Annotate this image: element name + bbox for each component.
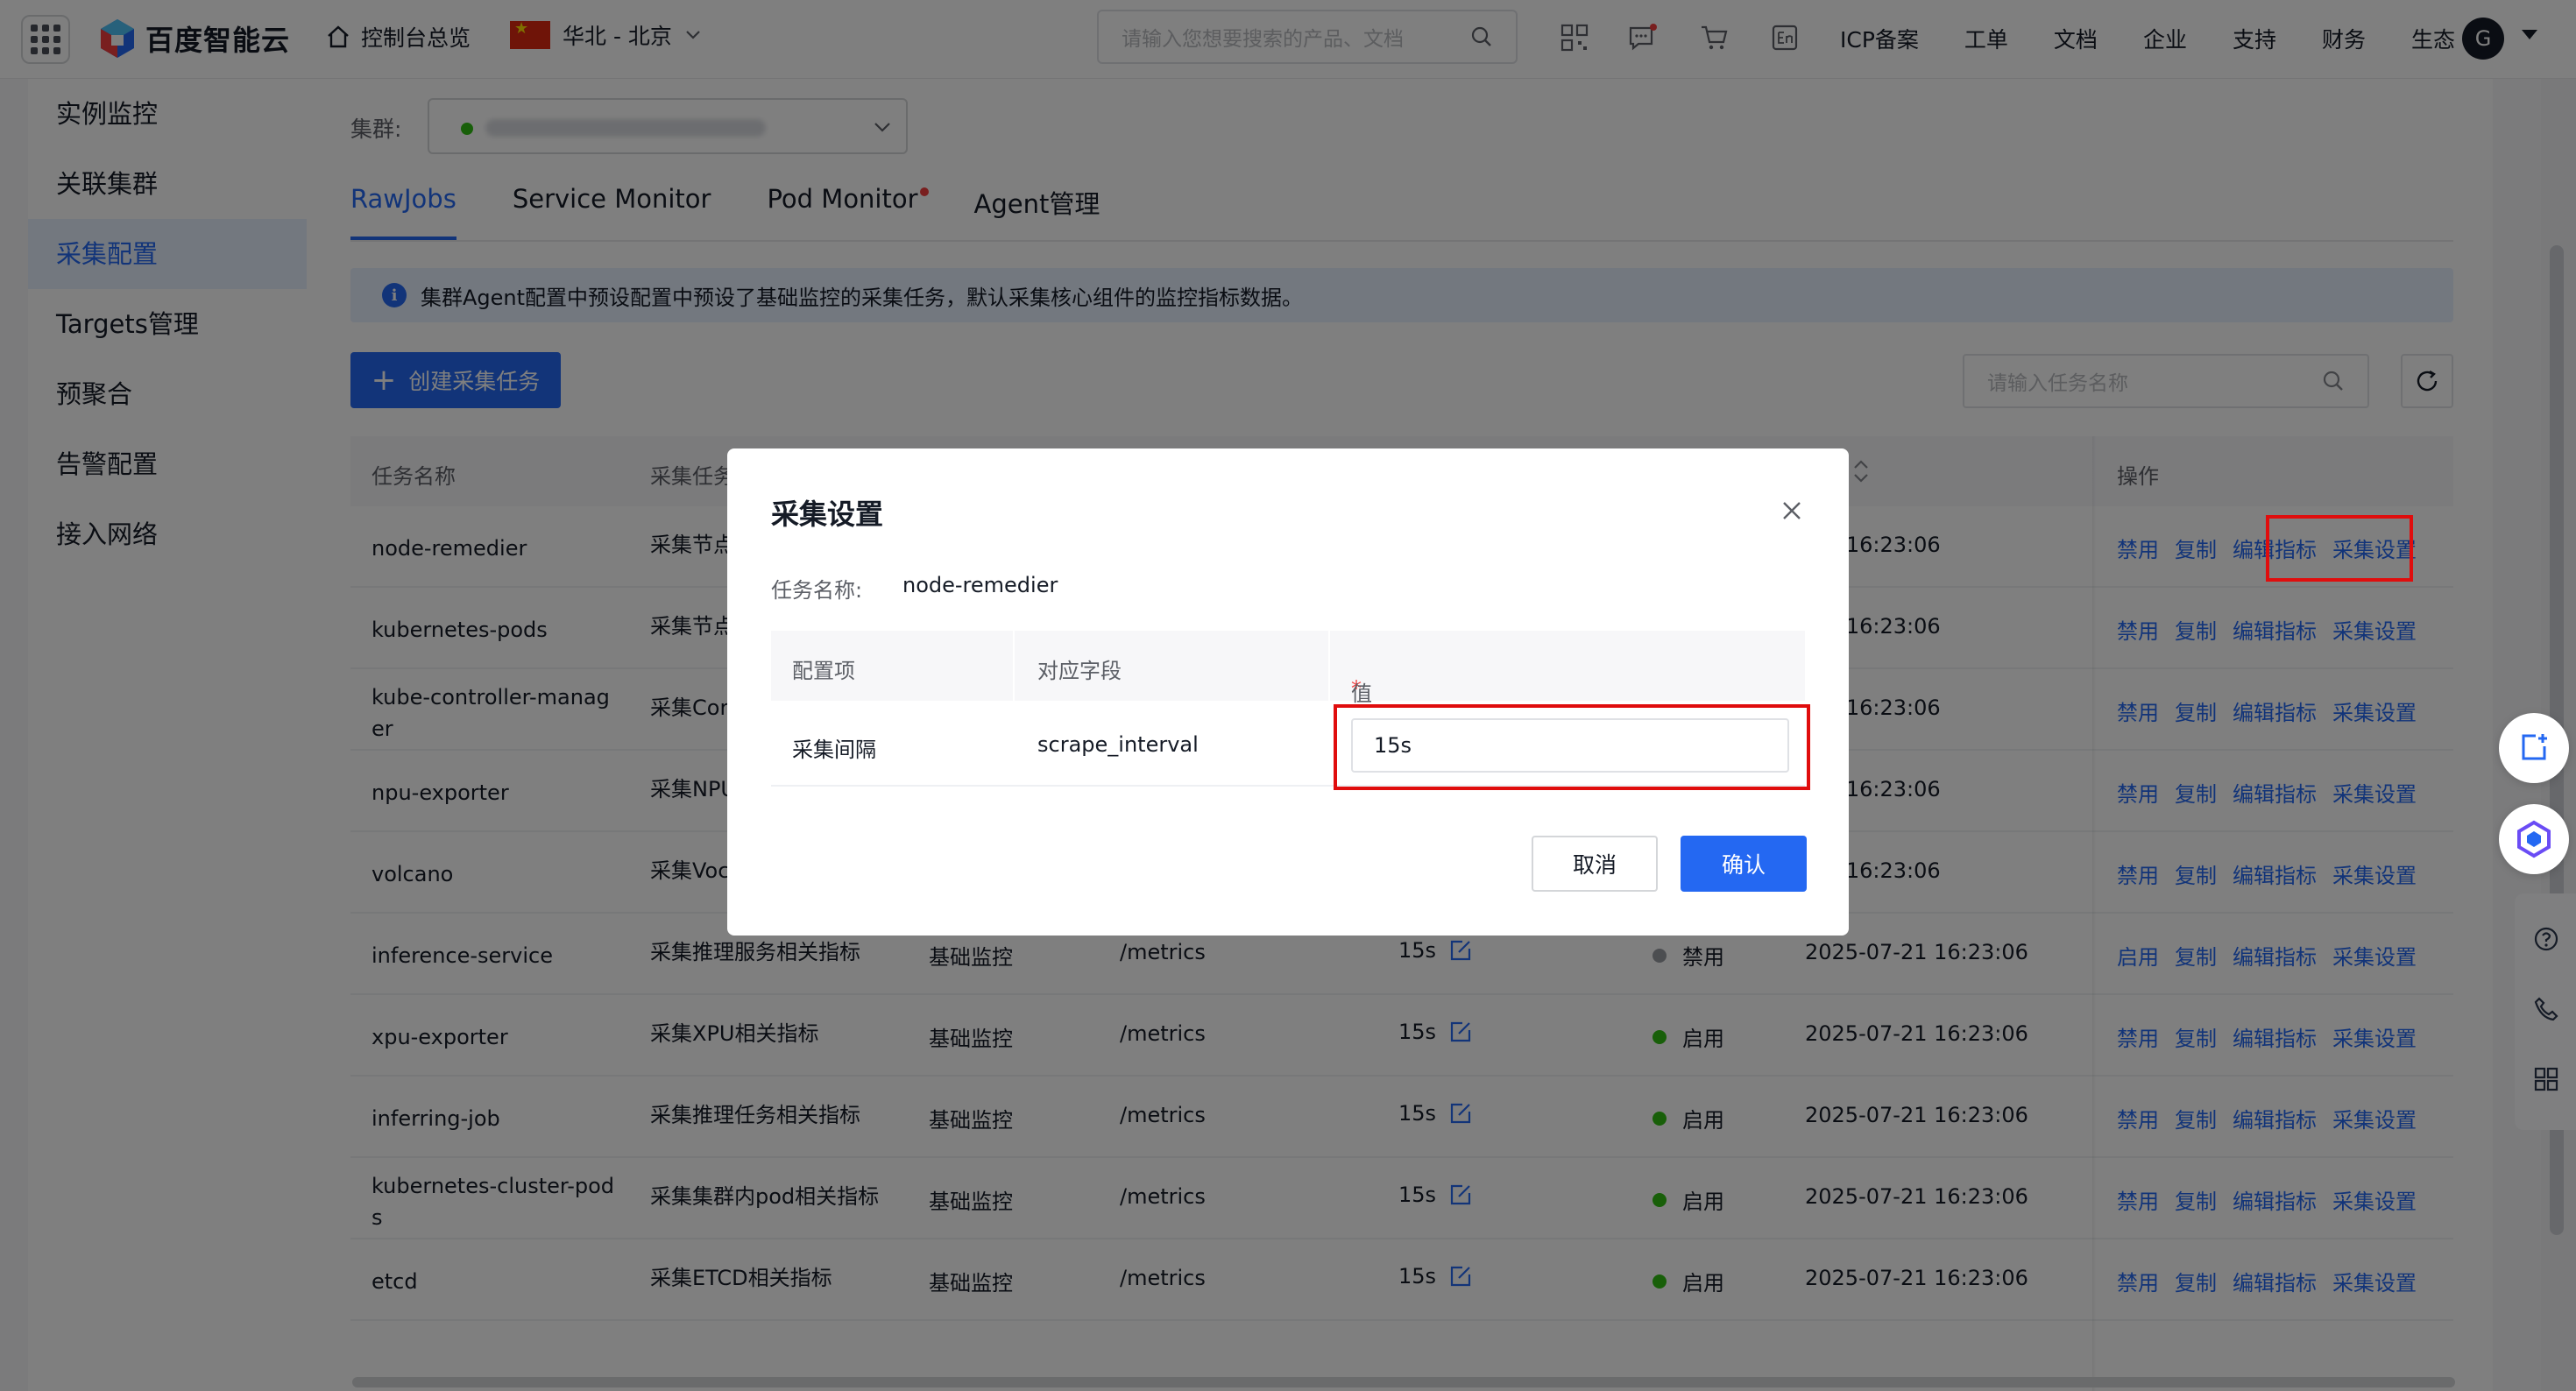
apps-grid-icon[interactable] (2532, 1065, 2560, 1093)
col-field: 对应字段 (1037, 659, 1122, 683)
side-tools-panel (2515, 893, 2576, 1130)
highlight-box-interval-input (1334, 704, 1810, 790)
phone-icon[interactable] (2532, 995, 2560, 1023)
close-icon[interactable] (1779, 498, 1805, 524)
dialog-task-name-value: node-remedier (902, 573, 1058, 597)
col-config-item: 配置项 (792, 659, 855, 683)
dialog-title: 采集设置 (771, 498, 884, 531)
scrape-settings-dialog: 采集设置 任务名称: node-remedier 配置项 对应字段 * 值 采集间… (727, 448, 1849, 936)
row-config-item: 采集间隔 (792, 738, 876, 762)
add-note-icon (2522, 734, 2547, 760)
ai-assistant-icon (2517, 820, 2551, 858)
help-icon[interactable] (2532, 925, 2560, 953)
cancel-button[interactable]: 取消 (1532, 836, 1658, 892)
assistant-float-button[interactable] (2499, 804, 2569, 874)
row-field: scrape_interval (1037, 732, 1199, 757)
highlight-box-scrape-settings (2266, 515, 2413, 582)
confirm-button[interactable]: 确认 (1681, 836, 1807, 892)
feedback-float-button[interactable] (2499, 713, 2569, 783)
dialog-task-name-label: 任务名称: (771, 578, 863, 603)
dialog-table-header: 配置项 对应字段 * 值 (771, 631, 1805, 706)
